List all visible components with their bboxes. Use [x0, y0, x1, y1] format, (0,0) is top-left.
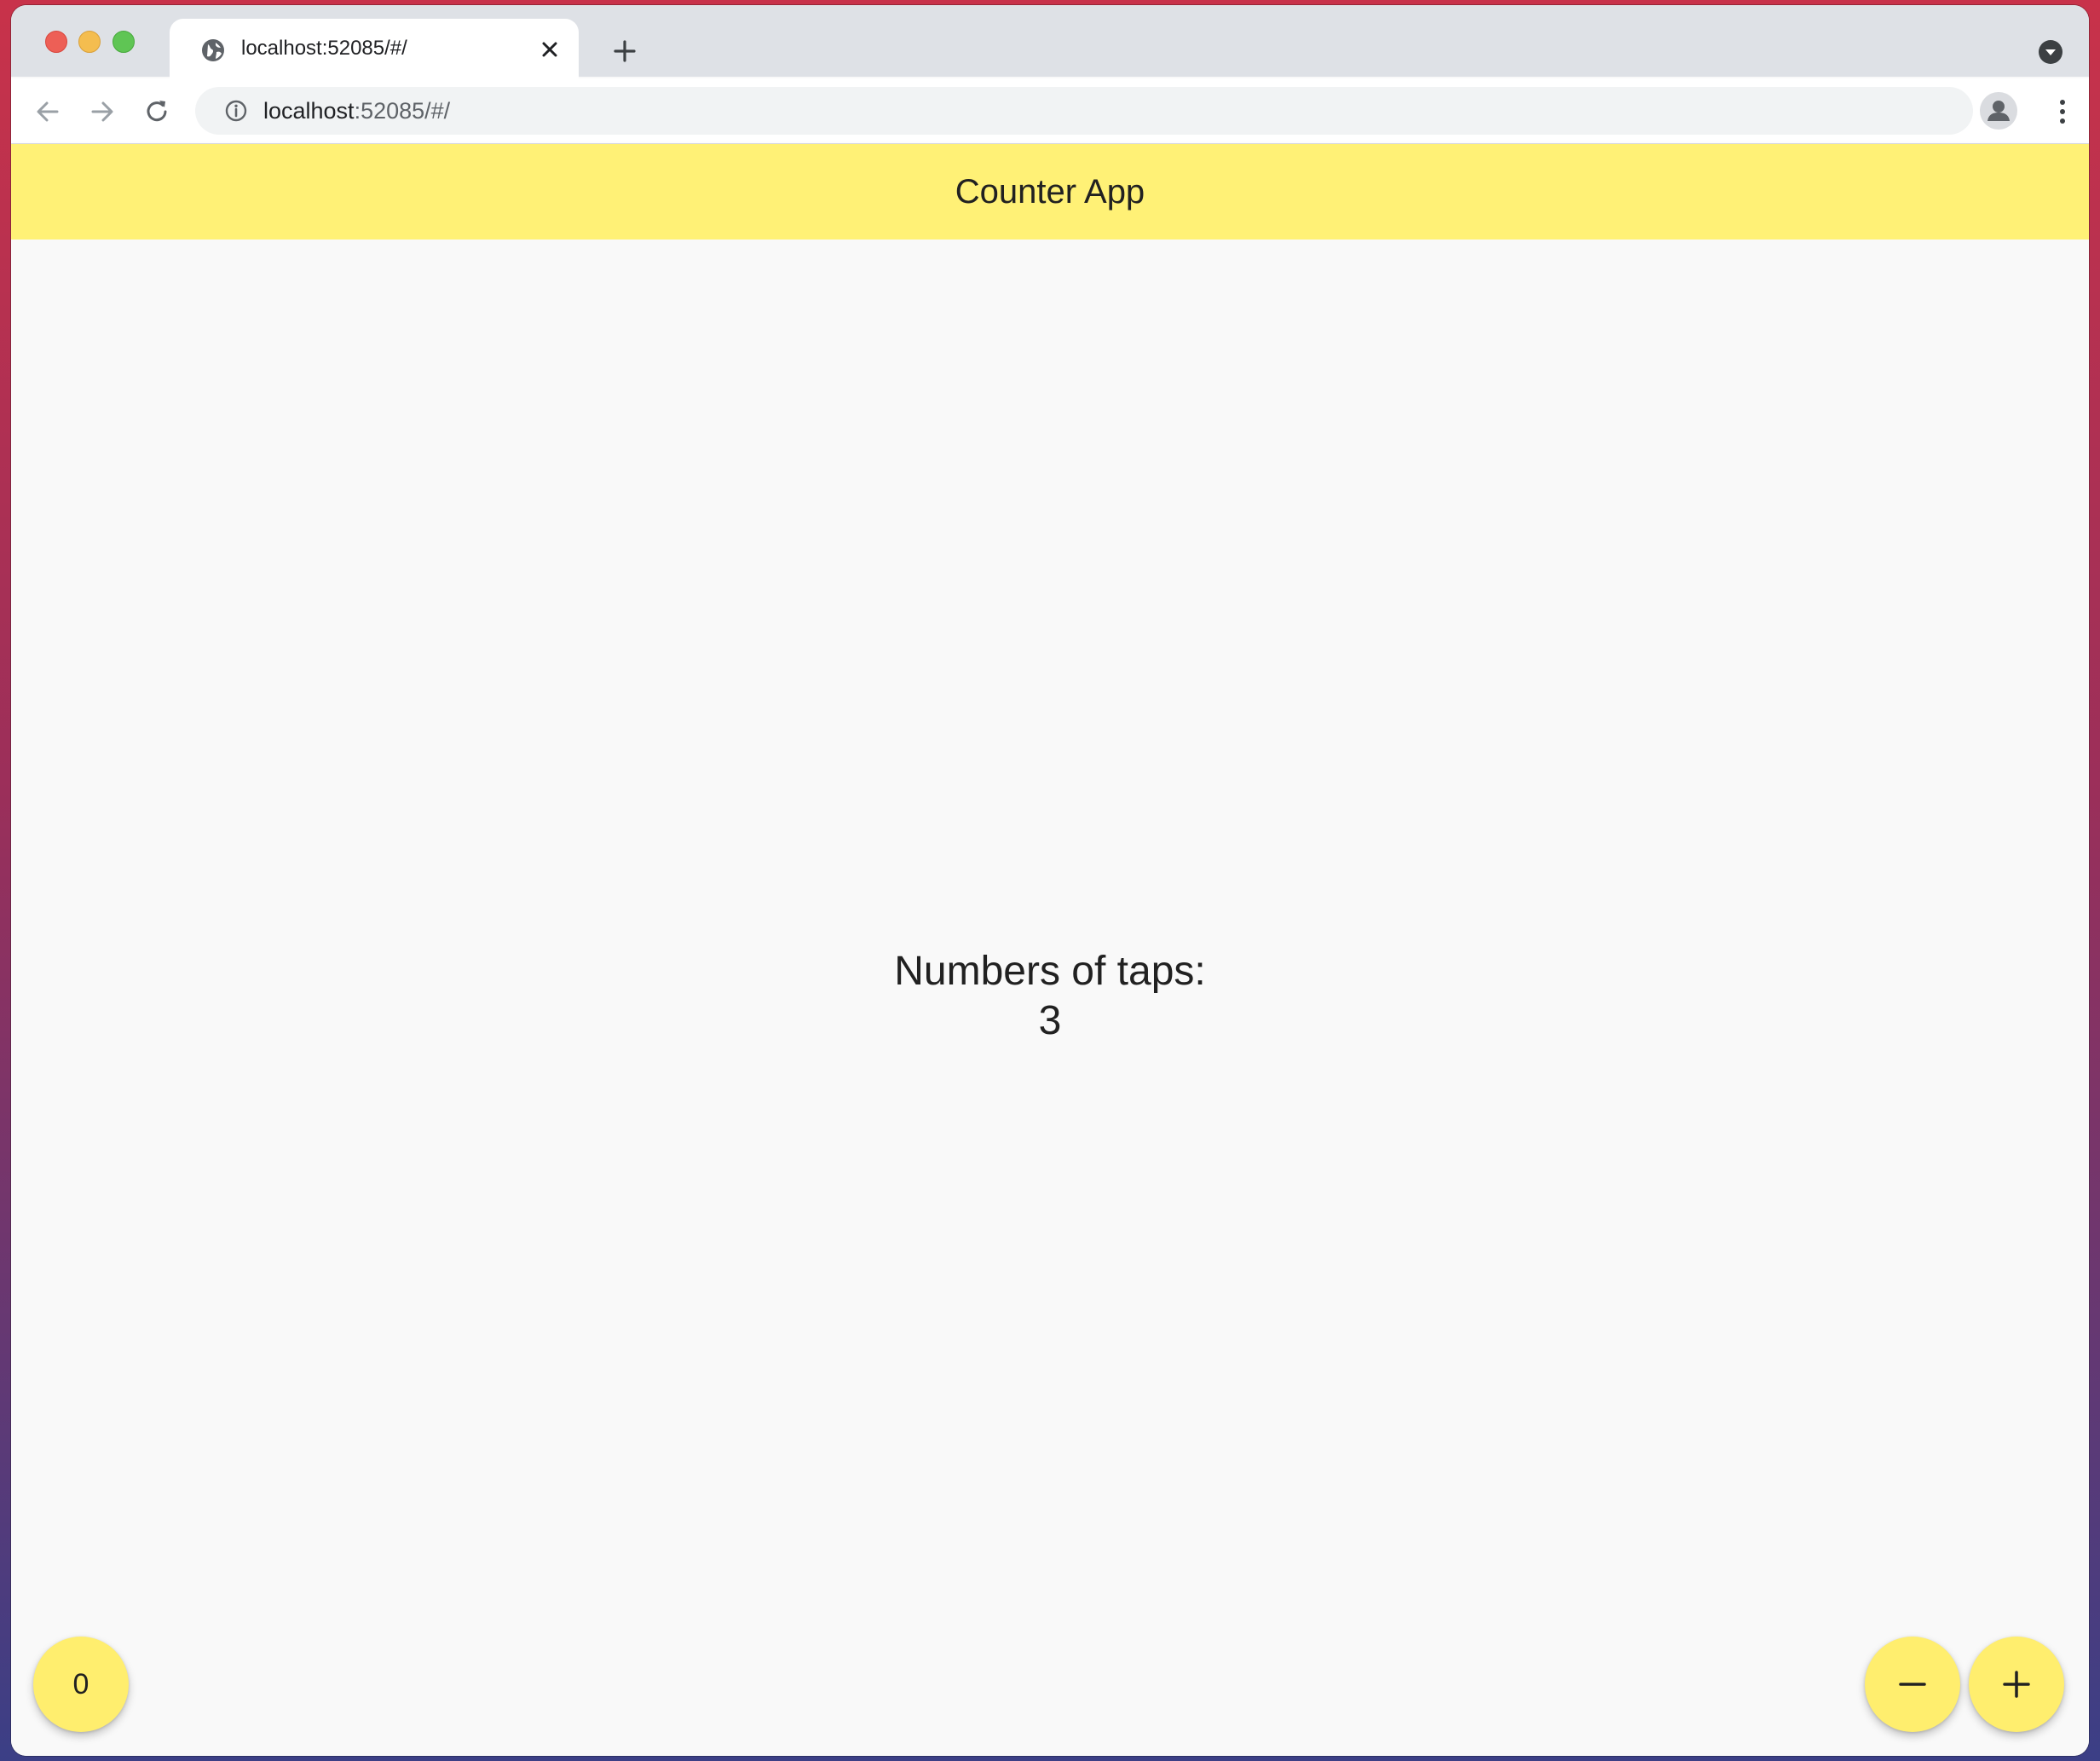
url-text[interactable]: localhost:52085/#/	[263, 98, 450, 124]
globe-icon	[202, 39, 224, 61]
address-bar[interactable]: localhost:52085/#/	[195, 87, 1973, 135]
url-path: :52085/#/	[354, 98, 451, 124]
browser-tab[interactable]: localhost:52085/#/	[170, 19, 579, 78]
reload-icon[interactable]	[142, 97, 171, 126]
app-body: Numbers of taps: 3 0	[11, 240, 2089, 1756]
page-title: Counter App	[955, 173, 1145, 211]
counter-value: 3	[1038, 998, 1062, 1043]
tab-strip: localhost:52085/#/	[11, 5, 2089, 78]
increment-button[interactable]	[1969, 1637, 2064, 1732]
close-icon[interactable]	[540, 40, 559, 59]
reset-button[interactable]: 0	[33, 1637, 129, 1732]
counter-label: Numbers of taps:	[894, 949, 1206, 994]
profile-icon	[1988, 101, 2010, 121]
minus-icon	[1899, 1683, 1926, 1686]
info-icon[interactable]	[224, 99, 248, 123]
browser-toolbar: localhost:52085/#/	[11, 78, 2089, 144]
decrement-button[interactable]	[1865, 1637, 1960, 1732]
plus-icon	[2003, 1671, 2030, 1698]
plus-icon[interactable]	[613, 39, 637, 63]
counter-display: Numbers of taps: 3	[11, 947, 2089, 1046]
window-close-button[interactable]	[45, 31, 67, 53]
profile-button[interactable]	[1980, 92, 2017, 130]
browser-window: localhost:52085/#/ localhost:52085/#/ Co…	[11, 5, 2089, 1756]
tab-title: localhost:52085/#/	[241, 37, 407, 60]
app-bar: Counter App	[11, 144, 2089, 240]
url-host: localhost	[263, 98, 355, 124]
reset-button-label: 0	[72, 1667, 89, 1700]
window-maximize-button[interactable]	[112, 31, 135, 53]
window-minimize-button[interactable]	[78, 31, 101, 53]
kebab-menu-icon[interactable]	[2050, 97, 2075, 126]
arrow-left-icon[interactable]	[33, 97, 62, 126]
arrow-right-icon[interactable]	[88, 97, 117, 126]
chevron-down-icon[interactable]	[2038, 39, 2063, 65]
